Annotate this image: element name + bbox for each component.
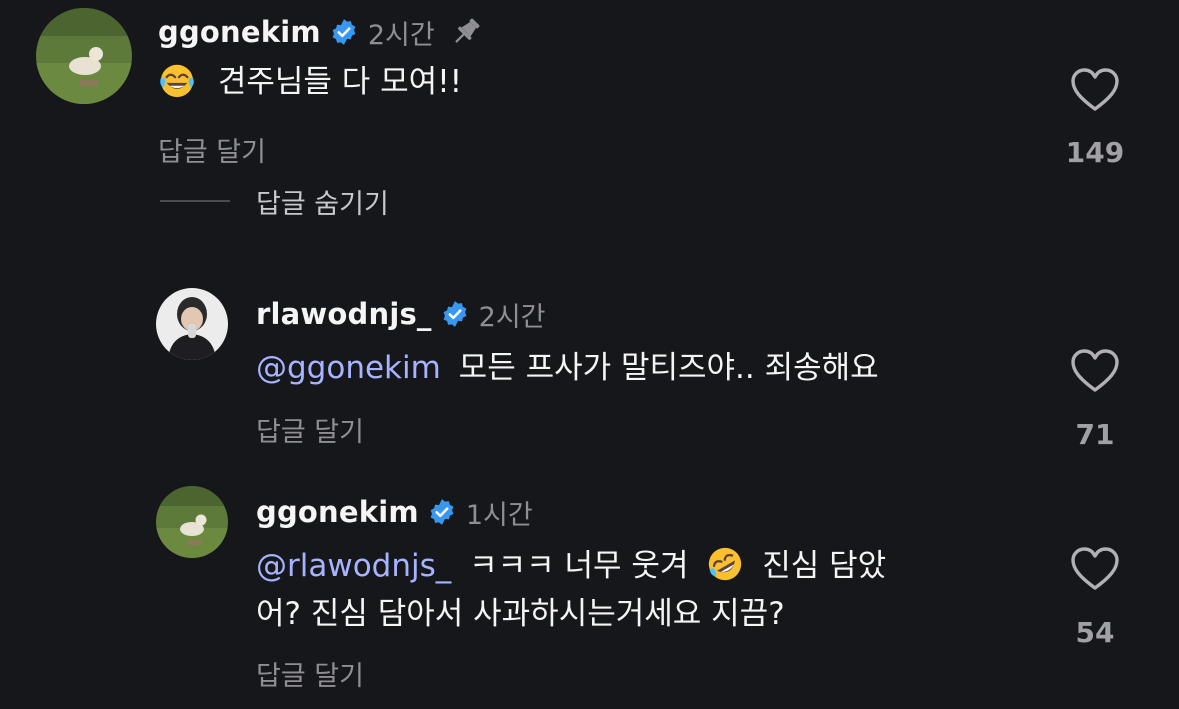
comment-header: ggonekim 2시간 xyxy=(158,12,483,52)
username[interactable]: ggonekim xyxy=(158,15,321,49)
hide-replies-button[interactable]: 답글 숨기기 xyxy=(256,182,389,221)
reply-button[interactable]: 답글 달기 xyxy=(256,654,364,693)
like-heart-icon[interactable] xyxy=(1070,67,1120,113)
avatar[interactable] xyxy=(156,288,228,360)
face-with-tears-of-joy-icon xyxy=(158,61,196,99)
comment-message-part-2: 진심 담았 xyxy=(762,548,887,584)
verified-badge-icon xyxy=(441,300,469,328)
mention-link[interactable]: @ggonekim xyxy=(256,350,441,386)
reply-button[interactable]: 답글 달기 xyxy=(158,130,266,169)
timestamp: 2시간 xyxy=(478,301,546,333)
avatar-image-icon xyxy=(156,288,228,360)
comment-text: @ggonekim 모든 프사가 말티즈야.. 죄송해요 xyxy=(256,344,879,392)
comment-header: ggonekim 1시간 xyxy=(256,492,533,532)
like-count: 149 xyxy=(1065,136,1125,169)
avatar[interactable] xyxy=(156,486,228,558)
verified-badge-icon xyxy=(330,18,358,46)
comment-message: 견주님들 다 모여!! xyxy=(217,64,463,100)
comment-header: rlawodnjs_ 2시간 xyxy=(256,294,546,334)
like-heart-icon[interactable] xyxy=(1070,348,1120,394)
verified-badge-icon xyxy=(428,498,456,526)
comment-message-part-1: ㅋㅋㅋ 너무 웃겨 xyxy=(469,548,689,584)
like-heart-icon[interactable] xyxy=(1070,546,1120,592)
like-count: 71 xyxy=(1075,418,1115,451)
comment-text: 견주님들 다 모여!! xyxy=(158,58,462,106)
like-count: 54 xyxy=(1075,616,1115,649)
rolling-on-the-floor-laughing-icon xyxy=(706,545,744,583)
comment-text: @rlawodnjs_ ㅋㅋㅋ 너무 웃겨 진심 담았 어? 진심 담아서 사과… xyxy=(256,542,886,638)
comment-message: 모든 프사가 말티즈야.. 죄송해요 xyxy=(458,350,879,386)
avatar[interactable] xyxy=(36,8,132,104)
username[interactable]: rlawodnjs_ xyxy=(256,297,432,331)
timestamp: 2시간 xyxy=(367,19,435,51)
avatar-image-icon xyxy=(36,8,132,104)
timestamp: 1시간 xyxy=(465,499,533,531)
pin-icon xyxy=(449,15,483,49)
username[interactable]: ggonekim xyxy=(256,495,419,529)
hide-replies-divider xyxy=(160,200,230,202)
comment-line-1: @rlawodnjs_ ㅋㅋㅋ 너무 웃겨 진심 담았 xyxy=(256,542,886,590)
reply-button[interactable]: 답글 달기 xyxy=(256,410,364,449)
mention-link[interactable]: @rlawodnjs_ xyxy=(256,548,451,584)
comment-line-2: 어? 진심 담아서 사과하시는거세요 지끔? xyxy=(256,596,785,632)
avatar-image-icon xyxy=(156,486,228,558)
